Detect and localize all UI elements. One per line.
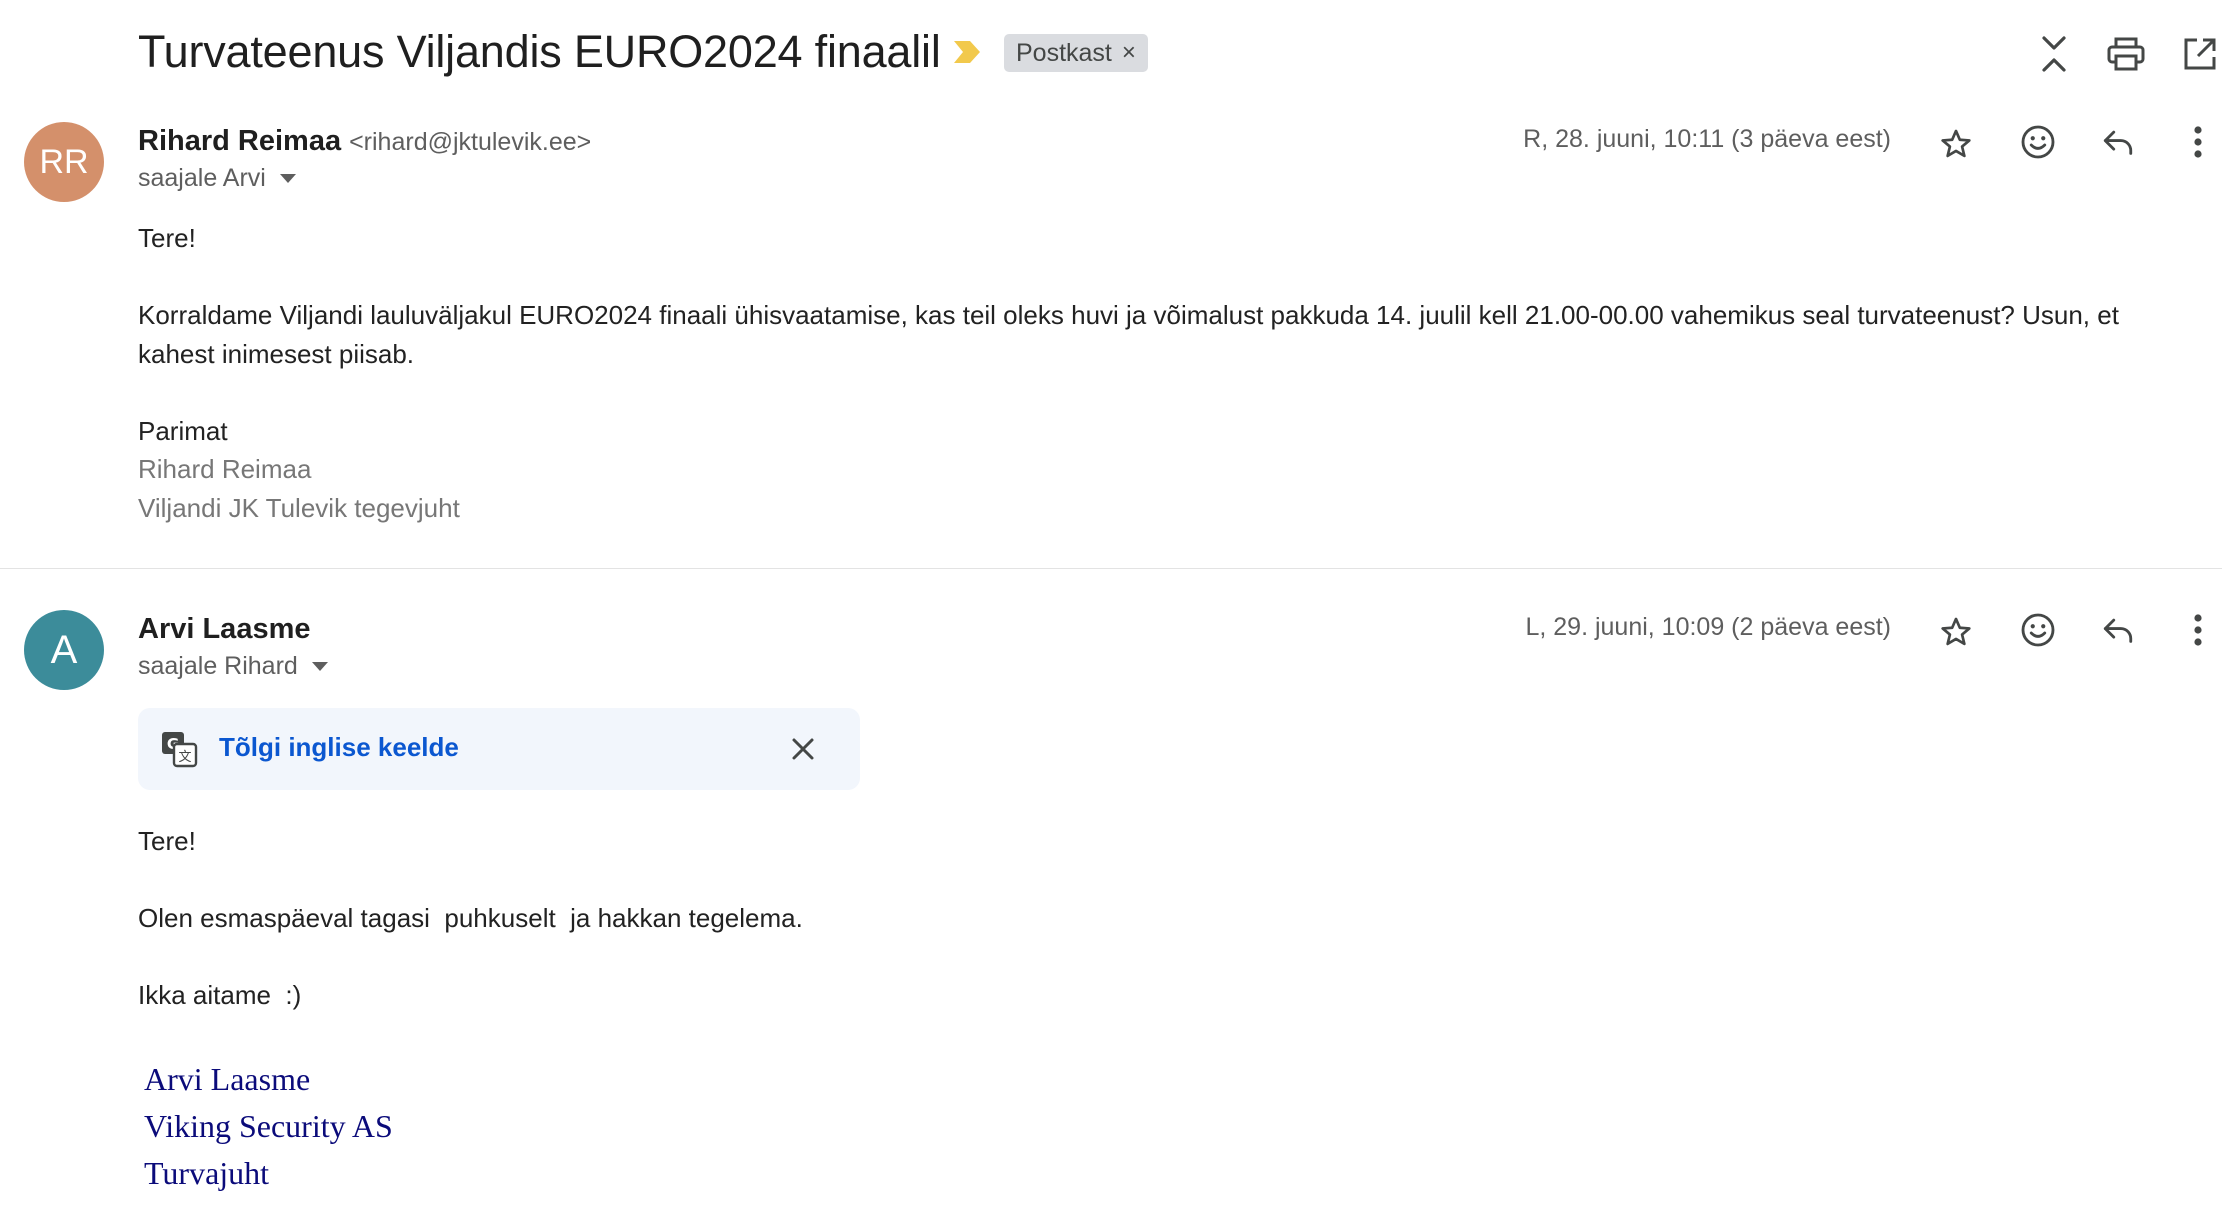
star-button[interactable] — [1930, 118, 1982, 170]
body-line: Olen esmaspäeval tagasi puhkuselt ja hak… — [138, 903, 803, 933]
print-icon[interactable] — [2102, 30, 2150, 78]
sender-line: Rihard Reimaa <rihard@jktulevik.ee> — [138, 121, 591, 162]
greeting: Tere! — [138, 826, 196, 856]
sender-email: <rihard@jktulevik.ee> — [349, 128, 592, 156]
chevron-down-icon — [279, 174, 296, 183]
avatar-initials: A — [50, 627, 78, 672]
add-reaction-button[interactable] — [2012, 116, 2064, 168]
signature-block: Arvi Laasme Viking Security AS Turvajuht — [144, 1056, 393, 1197]
signature-title: Viljandi JK Tulevik tegevjuht — [138, 492, 460, 523]
remove-label-button[interactable]: × — [1122, 39, 1136, 67]
close-icon[interactable] — [786, 732, 820, 766]
sender-line: Arvi Laasme — [138, 609, 311, 649]
sender-name[interactable]: Rihard Reimaa — [138, 125, 341, 157]
translate-to-english-link[interactable]: Tõlgi inglise keelde — [219, 732, 459, 763]
message-divider — [0, 568, 2222, 569]
signature-line: Viking Security AS — [144, 1108, 393, 1144]
collapse-all-icon[interactable] — [2030, 30, 2078, 78]
signature-line: Arvi Laasme — [144, 1061, 311, 1097]
recipient-details-toggle[interactable]: saajale Rihard — [138, 652, 328, 681]
recipient-details-toggle[interactable]: saajale Arvi — [138, 164, 296, 193]
avatar[interactable]: RR — [24, 122, 104, 202]
translate-icon: G 文 — [160, 730, 198, 768]
add-reaction-button[interactable] — [2012, 604, 2064, 656]
avatar-initials: RR — [39, 142, 89, 181]
importance-marker-icon[interactable] — [952, 38, 982, 66]
signature-line: Turvajuht — [144, 1155, 270, 1191]
recipient-text: saajale Arvi — [138, 164, 266, 192]
reply-button[interactable] — [2092, 116, 2144, 168]
more-options-button[interactable] — [2172, 116, 2222, 168]
signature-name: Rihard Reimaa — [138, 454, 312, 484]
body-paragraph-line: Korraldame Viljandi lauluväljakul EURO20… — [138, 300, 2119, 330]
star-button[interactable] — [1930, 606, 1982, 658]
label-chip-inbox: Postkast × — [1004, 34, 1148, 72]
message-body: Tere! Olen esmaspäeval tagasi puhkuselt … — [138, 822, 803, 1015]
translate-banner: G 文 Tõlgi inglise keelde — [138, 708, 860, 790]
recipient-text: saajale Rihard — [138, 652, 298, 680]
closing: Parimat — [138, 415, 228, 446]
body-paragraph-line: kahest inimesest piisab. — [138, 338, 415, 369]
message-body: Tere! Korraldame Viljandi lauluväljakul … — [138, 219, 2198, 527]
thread-subject: Turvateenus Viljandis EURO2024 finaalil — [138, 26, 941, 77]
svg-text:文: 文 — [178, 750, 191, 765]
sender-name[interactable]: Arvi Laasme — [138, 613, 311, 645]
greeting: Tere! — [138, 223, 196, 253]
message-date: L, 29. juuni, 10:09 (2 päeva eest) — [1525, 613, 1891, 641]
reply-button[interactable] — [2092, 604, 2144, 656]
open-in-new-window-icon[interactable] — [2176, 30, 2222, 78]
chevron-down-icon — [311, 662, 328, 671]
message-date: R, 28. juuni, 10:11 (3 päeva eest) — [1523, 125, 1891, 153]
label-chip-text: Postkast — [1016, 38, 1112, 67]
avatar[interactable]: A — [24, 610, 104, 690]
body-line: Ikka aitame :) — [138, 980, 302, 1010]
more-options-button[interactable] — [2172, 604, 2222, 656]
